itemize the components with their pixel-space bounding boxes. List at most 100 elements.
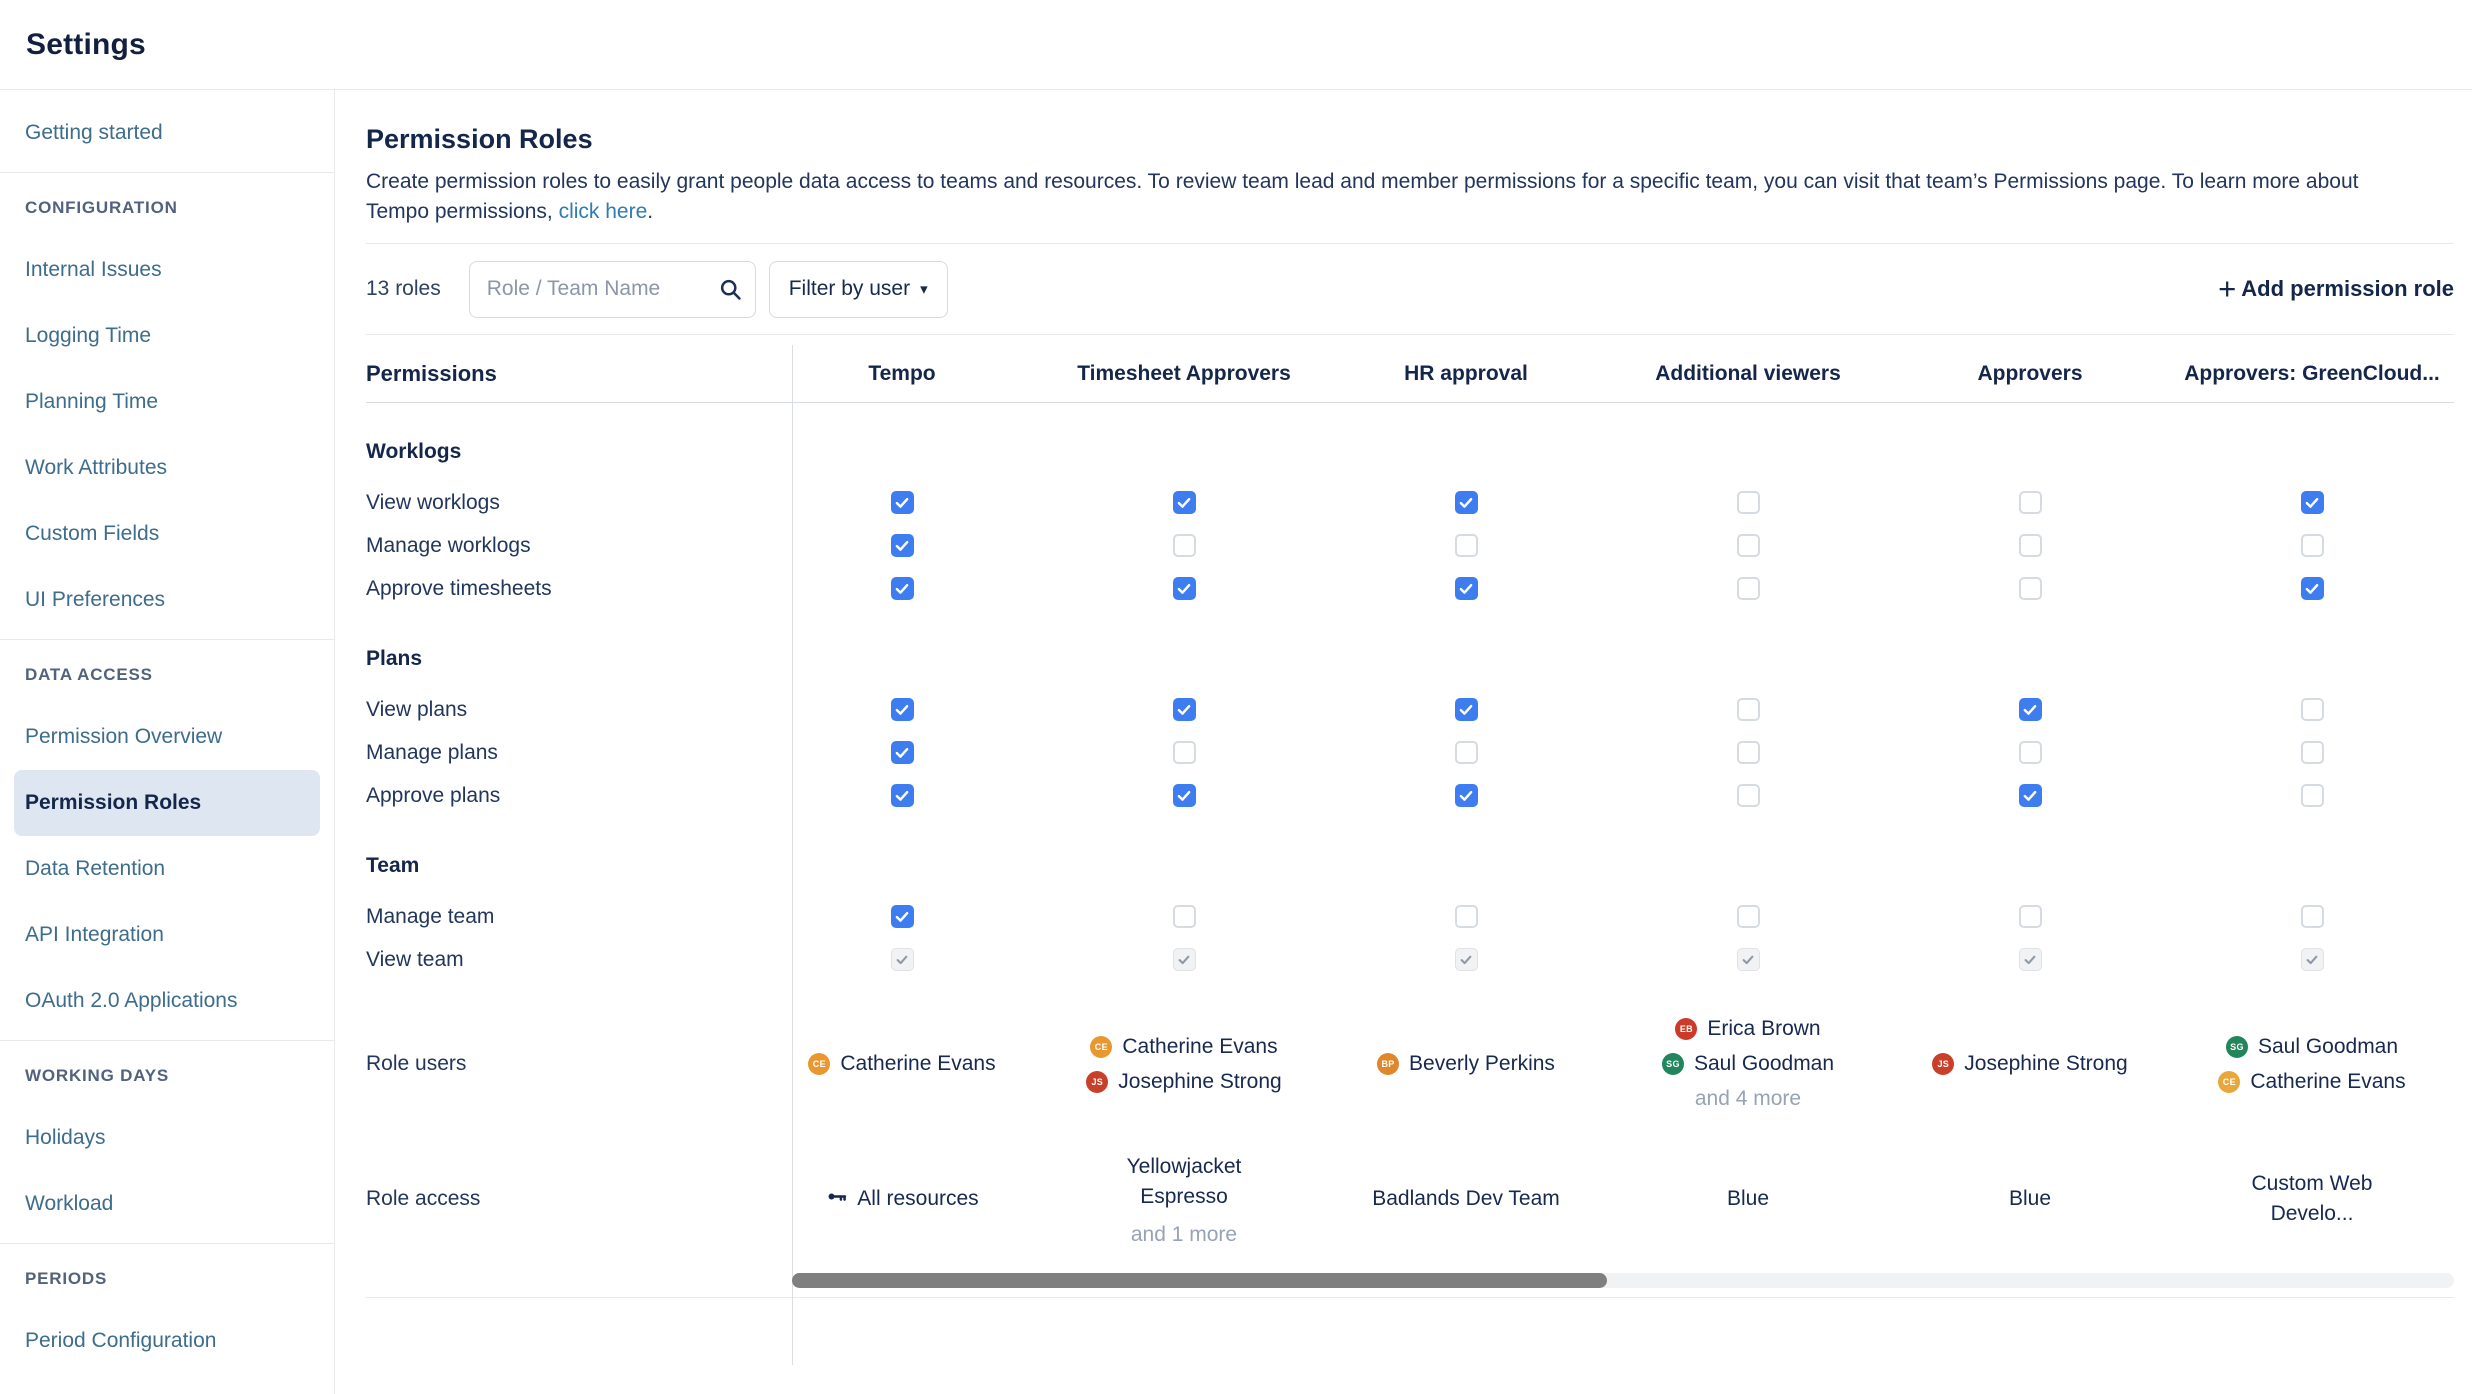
checkbox-view-worklogs-approvers[interactable] (2019, 491, 2042, 514)
avatar: SG (2226, 1036, 2248, 1058)
sidebar-item-period-configuration[interactable]: Period Configuration (0, 1308, 334, 1374)
checkbox-approve-timesheets-approvers-greencloud[interactable] (2301, 577, 2324, 600)
role-access-row: Role accessAll resourcesYellowjacket Esp… (366, 1139, 2454, 1259)
horizontal-scrollbar-thumb[interactable] (792, 1273, 1607, 1288)
checkbox-manage-plans-approvers[interactable] (2019, 741, 2042, 764)
role-users-cell-approvers: JSJosephine Strong (1889, 1052, 2171, 1076)
user-name: Josephine Strong (1964, 1052, 2127, 1076)
column-header-hr-approval: HR approval (1325, 362, 1607, 386)
checkbox-approve-plans-hr-approval[interactable] (1455, 784, 1478, 807)
column-header-additional-viewers: Additional viewers (1607, 362, 1889, 386)
checkbox-approve-timesheets-tempo[interactable] (891, 577, 914, 600)
role-access-text: Yellowjacket Espresso (1084, 1152, 1284, 1212)
permission-label-manage-worklogs: Manage worklogs (366, 534, 761, 558)
sidebar-section-label-working-days: WORKING DAYS (0, 1047, 334, 1105)
sidebar-item-getting-started[interactable]: Getting started (0, 100, 334, 166)
checkbox-view-plans-additional-viewers[interactable] (1737, 698, 1760, 721)
checkbox-manage-team-additional-viewers[interactable] (1737, 905, 1760, 928)
sidebar-item-planning-time[interactable]: Planning Time (0, 369, 334, 435)
checkbox-manage-plans-additional-viewers[interactable] (1737, 741, 1760, 764)
permission-label-approve-timesheets: Approve timesheets (366, 577, 761, 601)
add-permission-role-label: Add permission role (2241, 276, 2454, 302)
checkbox-manage-worklogs-approvers[interactable] (2019, 534, 2042, 557)
user-chip: SGSaul Goodman (2226, 1035, 2398, 1059)
checkbox-approve-timesheets-approvers[interactable] (2019, 577, 2042, 600)
checkbox-manage-plans-hr-approval[interactable] (1455, 741, 1478, 764)
sidebar-item-logging-time[interactable]: Logging Time (0, 303, 334, 369)
checkbox-manage-plans-timesheet-approvers[interactable] (1173, 741, 1196, 764)
checkbox-approve-plans-approvers-greencloud[interactable] (2301, 784, 2324, 807)
add-permission-role-button[interactable]: + Add permission role (2218, 274, 2454, 305)
avatar: CE (808, 1053, 830, 1075)
checkbox-approve-plans-approvers[interactable] (2019, 784, 2042, 807)
checkbox-approve-plans-additional-viewers[interactable] (1737, 784, 1760, 807)
checkbox-view-team-additional-viewers (1737, 948, 1760, 971)
sidebar-item-custom-fields[interactable]: Custom Fields (0, 501, 334, 567)
checkbox-manage-plans-approvers-greencloud[interactable] (2301, 741, 2324, 764)
checkbox-manage-team-approvers-greencloud[interactable] (2301, 905, 2324, 928)
click-here-link[interactable]: click here (559, 200, 648, 223)
checkbox-manage-worklogs-tempo[interactable] (891, 534, 914, 557)
avatar: EB (1675, 1018, 1697, 1040)
checkbox-view-worklogs-additional-viewers[interactable] (1737, 491, 1760, 514)
user-name: Josephine Strong (1118, 1070, 1281, 1094)
sidebar-item-holidays[interactable]: Holidays (0, 1105, 334, 1171)
checkbox-view-plans-approvers[interactable] (2019, 698, 2042, 721)
user-name: Saul Goodman (1694, 1052, 1834, 1076)
show-more-users-link[interactable]: and 4 more (1695, 1087, 1801, 1111)
checkbox-approve-timesheets-timesheet-approvers[interactable] (1173, 577, 1196, 600)
checkbox-manage-team-hr-approval[interactable] (1455, 905, 1478, 928)
column-header-approvers-greencloud: Approvers: GreenCloud... (2171, 362, 2453, 386)
role-access-text: All resources (857, 1184, 978, 1214)
checkbox-manage-plans-tempo[interactable] (891, 741, 914, 764)
checkbox-view-plans-timesheet-approvers[interactable] (1173, 698, 1196, 721)
checkbox-manage-worklogs-timesheet-approvers[interactable] (1173, 534, 1196, 557)
checkbox-view-plans-hr-approval[interactable] (1455, 698, 1478, 721)
checkbox-view-worklogs-tempo[interactable] (891, 491, 914, 514)
checkbox-approve-timesheets-additional-viewers[interactable] (1737, 577, 1760, 600)
permissions-header: Permissions (366, 361, 761, 387)
sidebar-item-api-integration[interactable]: API Integration (0, 902, 334, 968)
permission-row: Manage plans (366, 731, 2454, 774)
checkbox-manage-team-tempo[interactable] (891, 905, 914, 928)
permission-row: Manage team (366, 895, 2454, 938)
sidebar-item-permission-overview[interactable]: Permission Overview (0, 704, 334, 770)
checkbox-approve-plans-timesheet-approvers[interactable] (1173, 784, 1196, 807)
checkbox-manage-worklogs-approvers-greencloud[interactable] (2301, 534, 2324, 557)
section-title-plans: Plans (366, 647, 761, 671)
horizontal-scrollbar-track[interactable] (792, 1273, 2454, 1288)
key-icon (825, 1185, 848, 1213)
role-access-cell-hr-approval: Badlands Dev Team (1325, 1184, 1607, 1214)
sidebar-item-oauth-2-0-applications[interactable]: OAuth 2.0 Applications (0, 968, 334, 1034)
role-access-cell-tempo: All resources (761, 1184, 1043, 1214)
sidebar-item-data-retention[interactable]: Data Retention (0, 836, 334, 902)
sidebar-item-workload[interactable]: Workload (0, 1171, 334, 1237)
user-chip: CECatherine Evans (2218, 1070, 2405, 1094)
checkbox-manage-team-timesheet-approvers[interactable] (1173, 905, 1196, 928)
role-access-cell-timesheet-approvers: Yellowjacket Espresso and 1 more (1043, 1152, 1325, 1247)
permission-label-manage-team: Manage team (366, 905, 761, 929)
sidebar-item-period-management[interactable]: Period Management (0, 1374, 334, 1394)
show-more-access-link[interactable]: and 1 more (1131, 1223, 1237, 1247)
search-input[interactable] (469, 261, 756, 318)
checkbox-view-worklogs-approvers-greencloud[interactable] (2301, 491, 2324, 514)
user-chip: JSJosephine Strong (1086, 1070, 1281, 1094)
checkbox-manage-team-approvers[interactable] (2019, 905, 2042, 928)
checkbox-manage-worklogs-hr-approval[interactable] (1455, 534, 1478, 557)
avatar: CE (1090, 1036, 1112, 1058)
checkbox-view-plans-tempo[interactable] (891, 698, 914, 721)
sidebar-item-permission-roles[interactable]: Permission Roles (14, 770, 320, 836)
role-access-text: Custom Web Develo... (2212, 1169, 2412, 1229)
sidebar-item-internal-issues[interactable]: Internal Issues (0, 237, 334, 303)
checkbox-approve-plans-tempo[interactable] (891, 784, 914, 807)
top-bar: Settings (0, 0, 2472, 90)
checkbox-manage-worklogs-additional-viewers[interactable] (1737, 534, 1760, 557)
checkbox-view-plans-approvers-greencloud[interactable] (2301, 698, 2324, 721)
checkbox-view-worklogs-hr-approval[interactable] (1455, 491, 1478, 514)
main-content: Permission Roles Create permission roles… (335, 90, 2472, 1394)
checkbox-view-worklogs-timesheet-approvers[interactable] (1173, 491, 1196, 514)
sidebar-item-work-attributes[interactable]: Work Attributes (0, 435, 334, 501)
sidebar-item-ui-preferences[interactable]: UI Preferences (0, 567, 334, 633)
checkbox-approve-timesheets-hr-approval[interactable] (1455, 577, 1478, 600)
filter-by-user-button[interactable]: Filter by user ▾ (769, 261, 948, 318)
